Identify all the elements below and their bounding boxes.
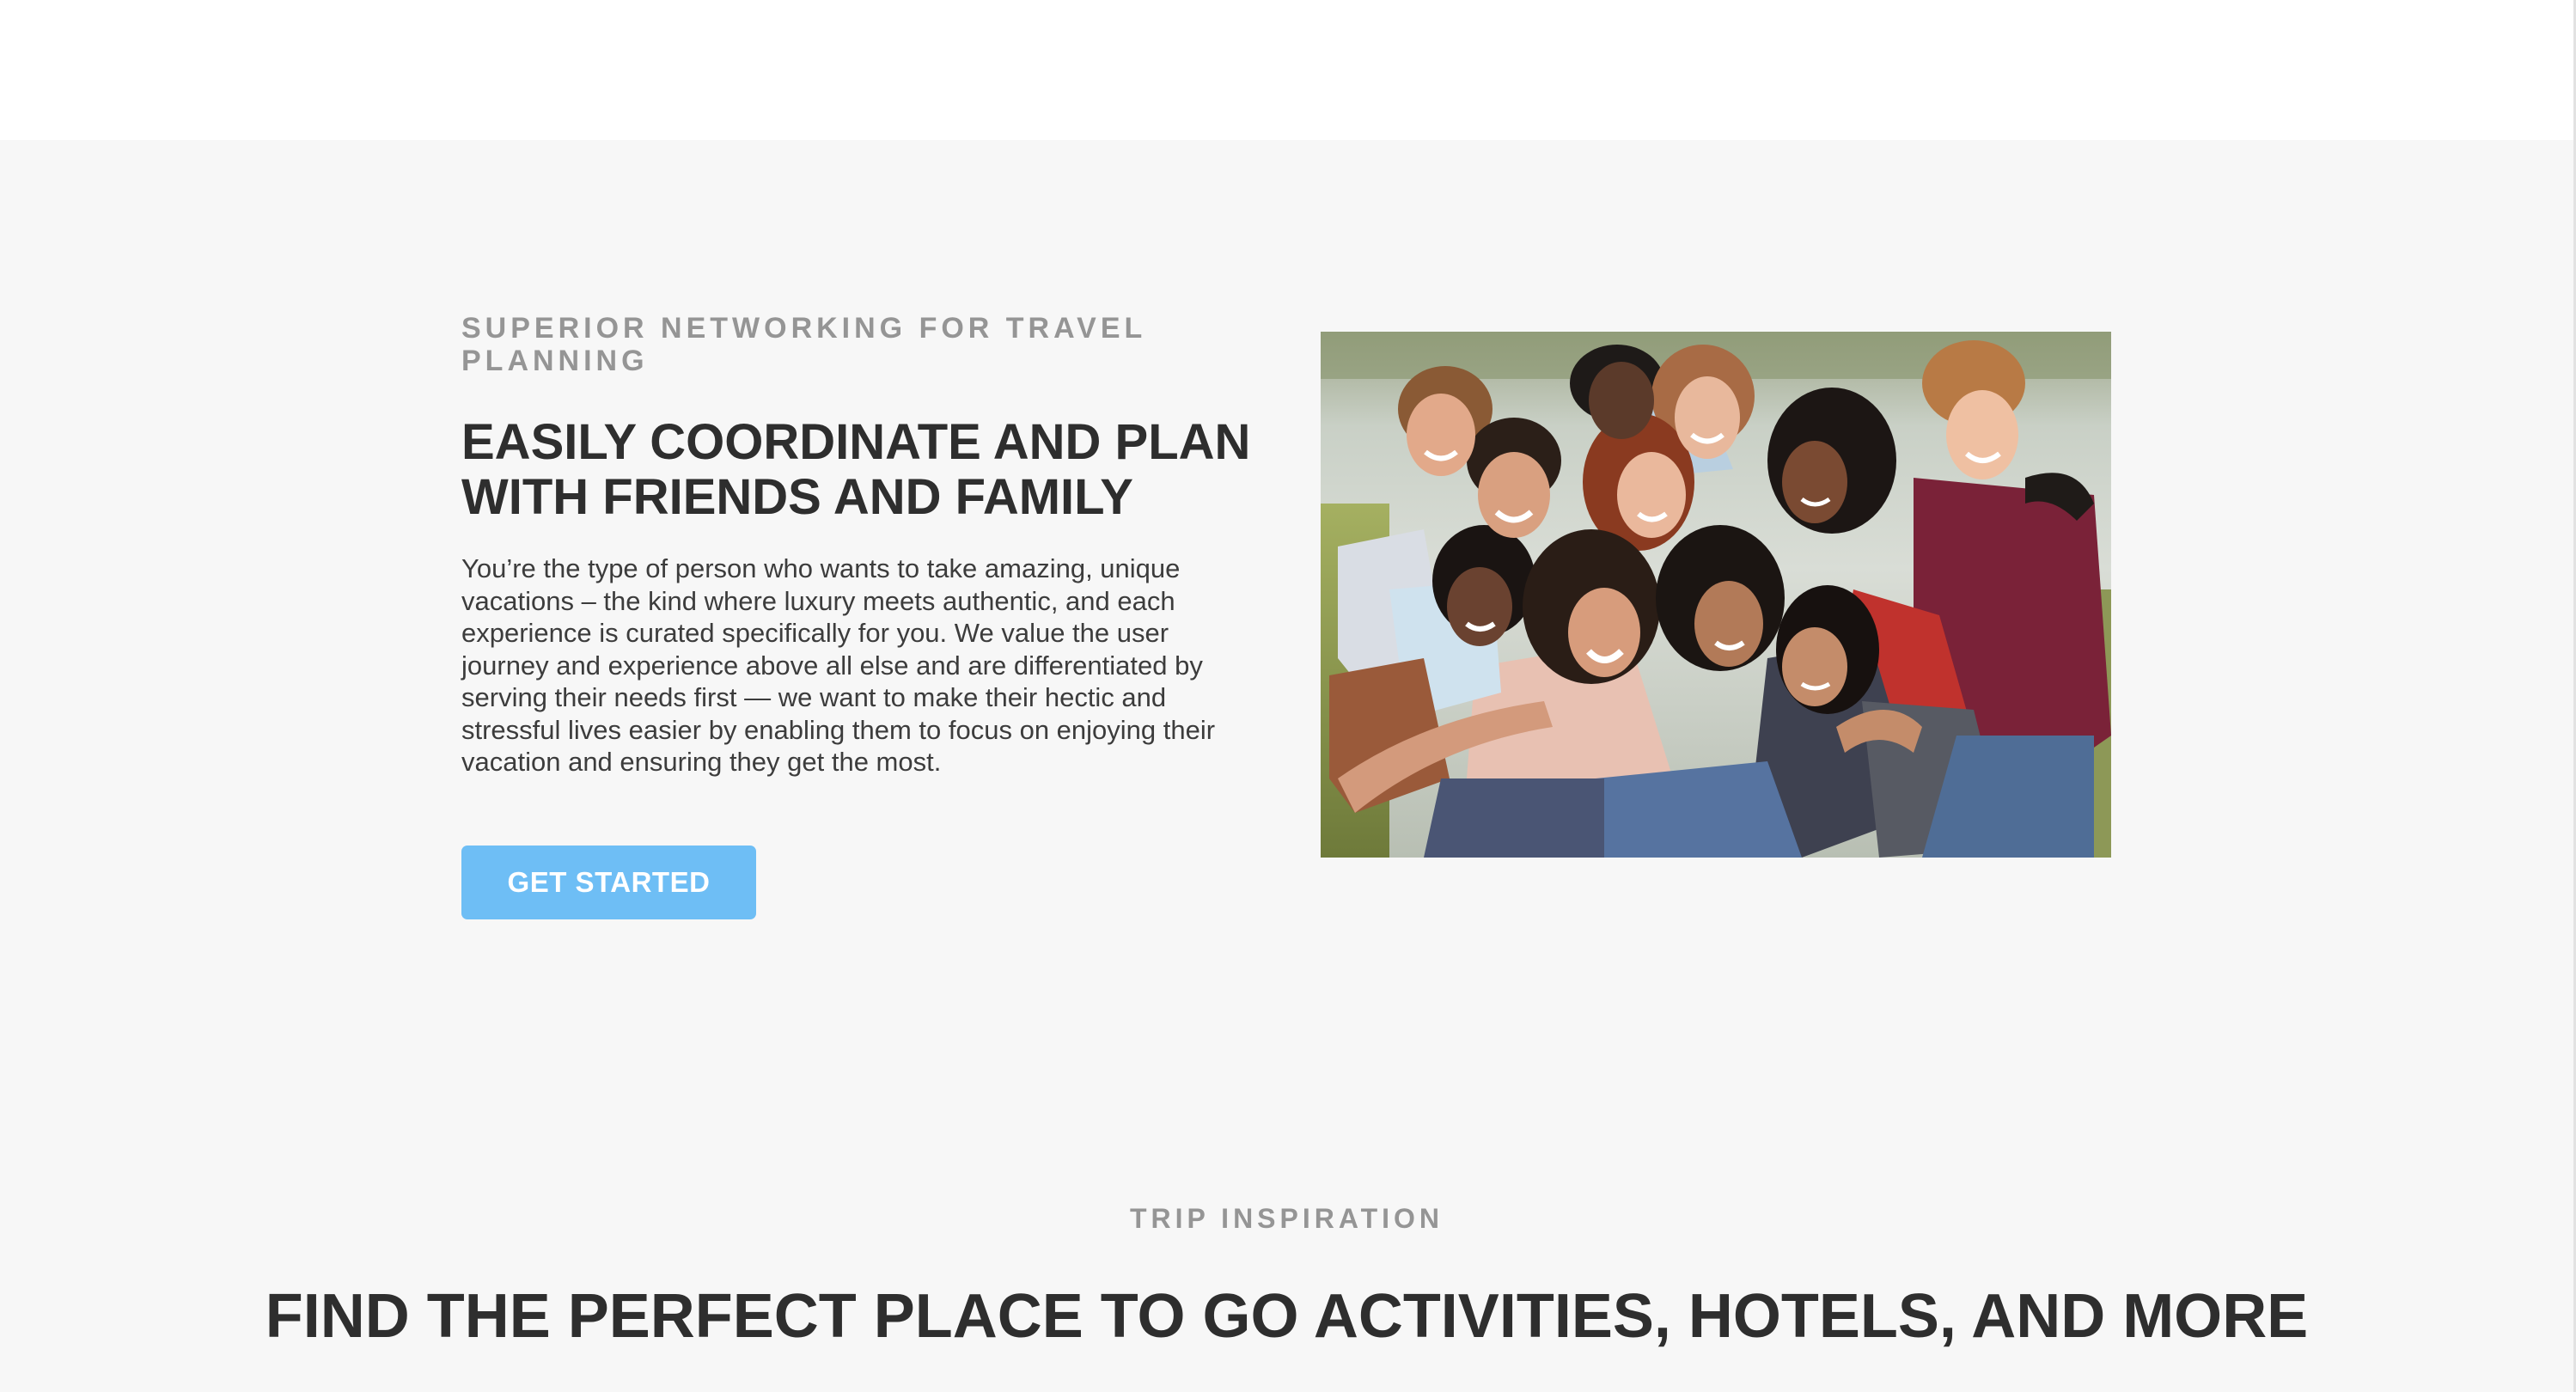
get-started-button[interactable]: GET STARTED bbox=[461, 846, 756, 919]
main-content: SUPERIOR NETWORKING FOR TRAVEL PLANNING … bbox=[0, 140, 2573, 1392]
trip-inspiration-title: FIND THE PERFECT PLACE TO GO ACTIVITIES,… bbox=[265, 1282, 2309, 1351]
hero-title: EASILY COORDINATE AND PLAN WITH FRIENDS … bbox=[461, 414, 1251, 525]
group-photo-illustration bbox=[1321, 332, 2111, 858]
trip-inspiration-eyebrow: TRIP INSPIRATION bbox=[1129, 1203, 1444, 1234]
group-of-friends-photo bbox=[1321, 332, 2111, 858]
hero-eyebrow: SUPERIOR NETWORKING FOR TRAVEL PLANNING bbox=[461, 312, 1146, 377]
top-header-bar bbox=[0, 0, 2576, 140]
hero-description: You’re the type of person who wants to t… bbox=[461, 553, 1216, 777]
page: SUPERIOR NETWORKING FOR TRAVEL PLANNING … bbox=[0, 0, 2576, 1392]
